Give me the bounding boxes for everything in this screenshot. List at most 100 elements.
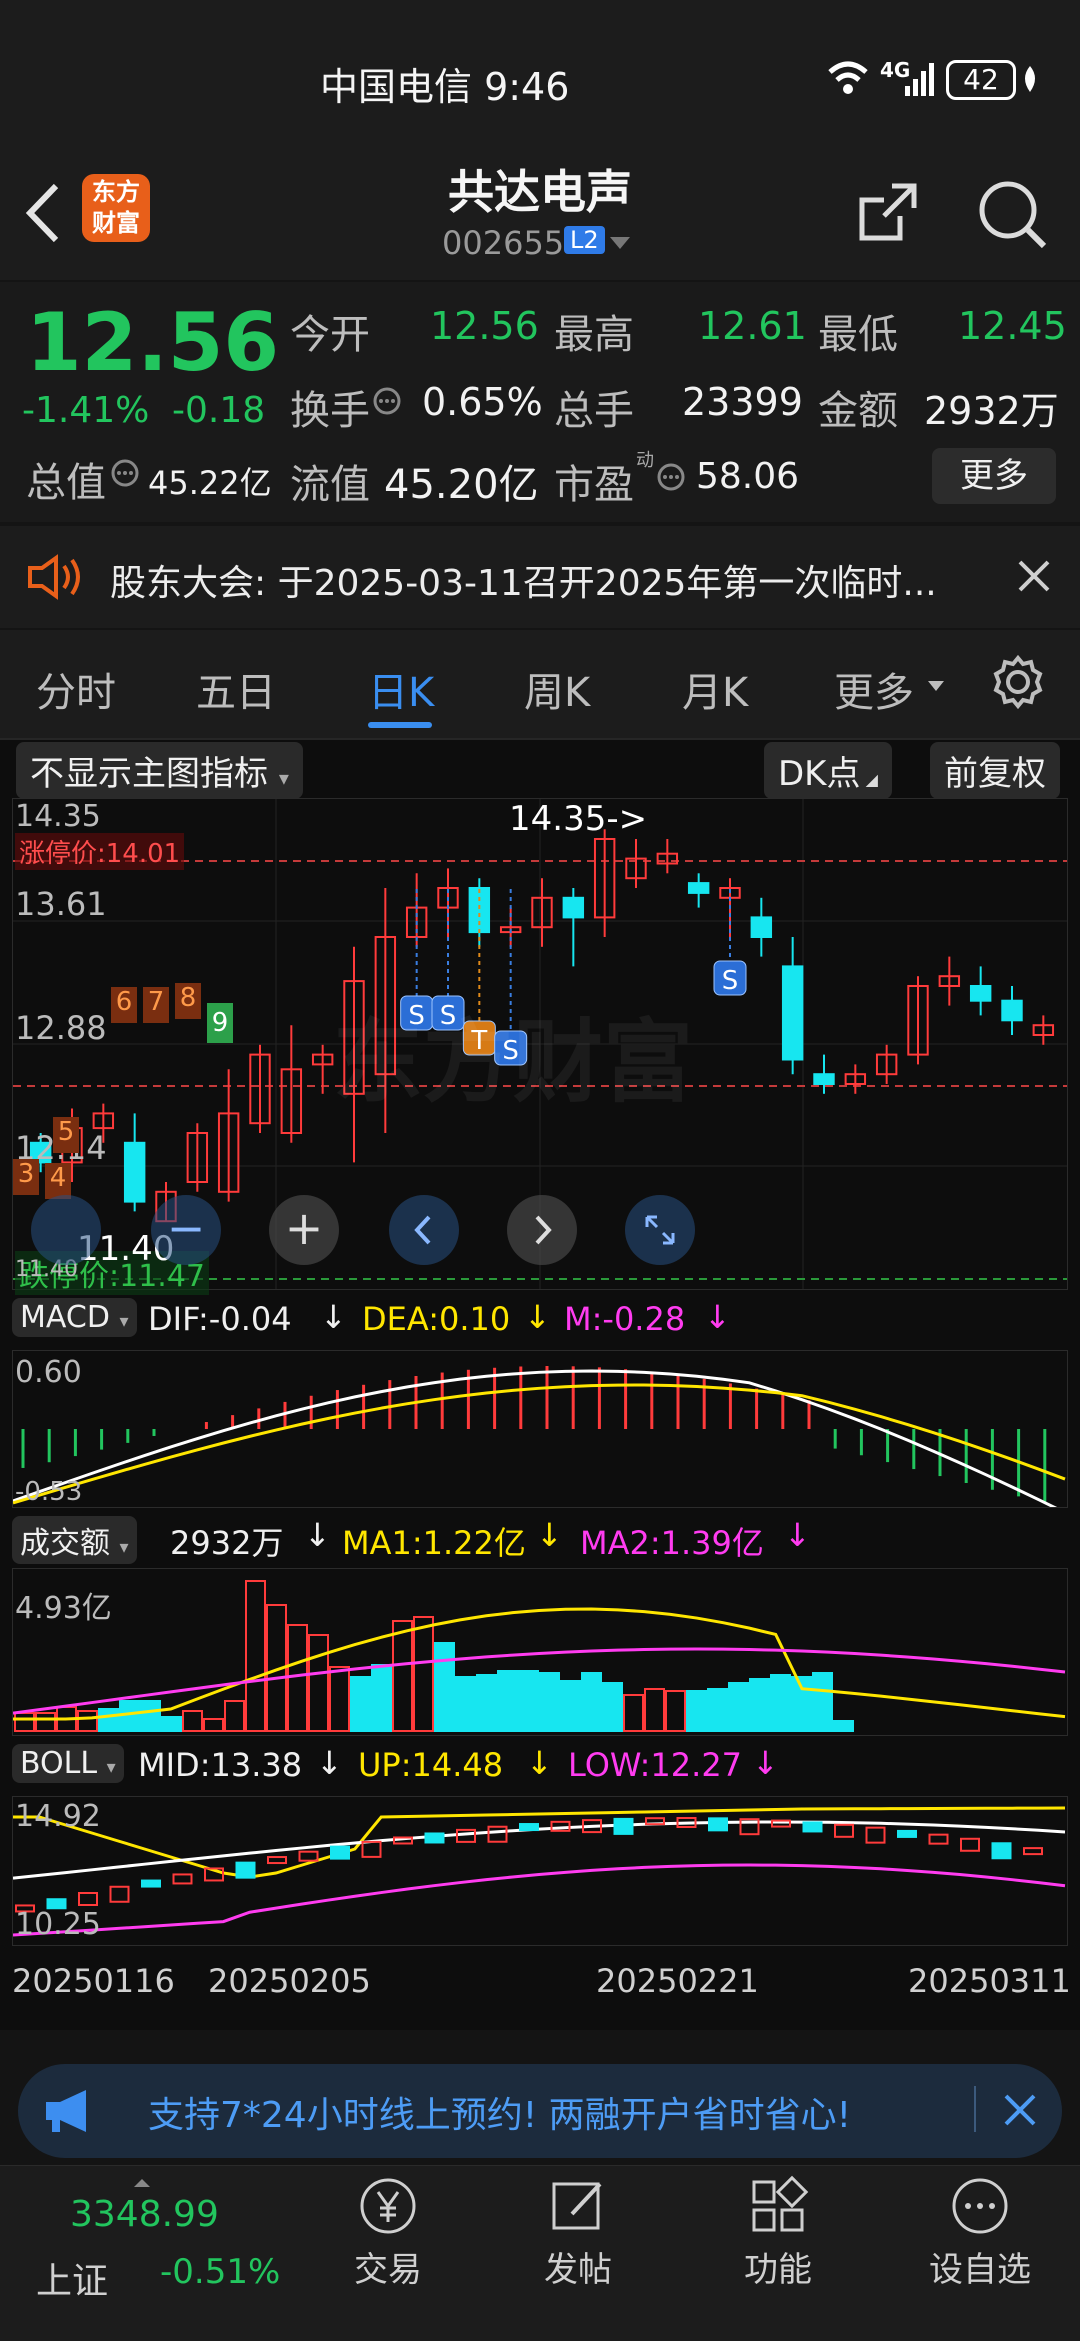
- volume-bar: [14, 1712, 35, 1732]
- quote-panel: 12.56 -1.41% -0.18 总值 45.22亿 今开 12.56 最高…: [0, 282, 1080, 522]
- volume-legend: 成交额 ▾ 2932万 ↓ MA1:1.22亿 ↓ MA2:1.39亿 ↓: [12, 1510, 1066, 1564]
- zoom-out-left-button[interactable]: [31, 1195, 101, 1265]
- wifi-icon: [826, 58, 870, 102]
- scroll-left-button[interactable]: [389, 1195, 459, 1265]
- status-bar: 中国电信 9:46 4G 42: [0, 0, 1080, 150]
- banner-divider: [974, 2086, 976, 2132]
- kline-chart[interactable]: SSTSS 东方财富 14.35 涨停价:14.01 13.61 12.88 1…: [12, 798, 1068, 1295]
- volume-bar: [833, 1720, 854, 1732]
- close-icon[interactable]: [1016, 558, 1052, 598]
- nav-functions[interactable]: 功能: [728, 2174, 828, 2291]
- caret-down-icon[interactable]: [610, 236, 630, 255]
- ma1-value: MA1:1.22亿: [342, 1524, 526, 1562]
- tab-monthly-k[interactable]: 月K: [682, 660, 748, 718]
- boll-candle: [361, 1840, 382, 1858]
- low-label: 最低: [818, 312, 898, 358]
- gear-icon[interactable]: [990, 654, 1046, 714]
- caret-down-icon: [928, 678, 944, 697]
- battery-icon: 42: [946, 60, 1016, 100]
- tab-daily-k[interactable]: 日K: [368, 660, 434, 718]
- nine-turn-badge: 8: [175, 983, 201, 1019]
- dk-button[interactable]: DK点 ◢: [764, 742, 892, 799]
- indicator-select-label: 不显示主图指标: [30, 754, 268, 794]
- volume-bar: [224, 1700, 245, 1732]
- volume-bar: [434, 1642, 455, 1732]
- volume-bar: [182, 1710, 203, 1732]
- tab-weekly-k[interactable]: 周K: [524, 660, 590, 718]
- volume-bar: [602, 1682, 623, 1732]
- nav-functions-label: 功能: [744, 2250, 812, 2290]
- float-label: 流值: [290, 462, 370, 508]
- zoom-in-button[interactable]: +: [269, 1195, 339, 1265]
- scroll-right-button[interactable]: [507, 1195, 577, 1265]
- adjust-button[interactable]: 前复权: [930, 742, 1060, 799]
- candle: [781, 965, 804, 1061]
- boll-candle: [172, 1873, 193, 1885]
- volume-bar: [413, 1616, 434, 1732]
- volume-bar: [308, 1634, 329, 1732]
- boll-candle: [613, 1817, 634, 1835]
- volume-bar: [77, 1710, 98, 1732]
- arrow-down-icon: ↓: [704, 1298, 731, 1336]
- nav-post[interactable]: 发帖: [528, 2174, 628, 2291]
- boll-candle: [109, 1885, 130, 1903]
- info-icon[interactable]: [110, 458, 140, 492]
- volume-select-label: 成交额: [20, 1526, 110, 1561]
- macd-select[interactable]: MACD ▾: [12, 1298, 137, 1337]
- index-pct[interactable]: -0.51%: [160, 2252, 280, 2292]
- tab-more[interactable]: 更多: [834, 660, 914, 718]
- close-icon[interactable]: [1002, 2092, 1038, 2132]
- volume-bar: [392, 1620, 413, 1732]
- macd-chart[interactable]: 0.60 -0.53: [12, 1350, 1068, 1508]
- share-icon[interactable]: [856, 180, 920, 248]
- watermark: 东方财富: [333, 1010, 693, 1115]
- indicator-select[interactable]: 不显示主图指标 ▾: [16, 742, 303, 799]
- dea-value: DEA:0.10: [362, 1300, 511, 1338]
- signal-label: S: [722, 966, 739, 996]
- candle: [969, 985, 992, 1002]
- index-name[interactable]: 上证: [36, 2252, 108, 2304]
- boll-chart[interactable]: 14.92 10.25: [12, 1796, 1068, 1946]
- low-value: 12.45: [958, 304, 1067, 348]
- volume-label: 总手: [554, 388, 634, 434]
- volume-bar: [455, 1676, 476, 1732]
- promo-banner[interactable]: 支持7*24小时线上预约! 两融开户省时省心!: [18, 2064, 1062, 2158]
- arrow-down-icon: ↓: [536, 1516, 563, 1554]
- search-icon[interactable]: [978, 180, 1048, 254]
- date-label-1: 20250116: [12, 1962, 175, 2000]
- info-icon[interactable]: [372, 386, 402, 420]
- volume-bar: [770, 1674, 791, 1732]
- date-label-3: 20250221: [596, 1962, 759, 2000]
- volume-bar: [707, 1688, 728, 1732]
- up-value: UP:14.48: [358, 1746, 504, 1784]
- info-icon[interactable]: [656, 462, 686, 496]
- nav-trade-label: 交易: [354, 2250, 422, 2290]
- index-value[interactable]: 3348.99: [70, 2194, 219, 2235]
- volume-bar: [203, 1718, 224, 1732]
- notice-bar[interactable]: 股东大会: 于2025-03-11召开2025年第一次临时...: [0, 526, 1080, 628]
- stock-code: 002655: [442, 224, 565, 262]
- tab-intraday[interactable]: 分时: [36, 660, 116, 718]
- boll-legend: BOLL ▾ MID:13.38 ↓ UP:14.48 ↓ LOW:12.27 …: [12, 1738, 1066, 1792]
- date-label-4: 20250311: [908, 1962, 1071, 2000]
- nine-turn-badge: 5: [53, 1117, 79, 1153]
- boll-candle: [267, 1856, 287, 1865]
- more-dots-icon: [952, 2178, 1008, 2234]
- float-value: 45.20亿: [384, 462, 539, 508]
- volume-bar: [329, 1666, 350, 1732]
- zoom-out-button[interactable]: −: [151, 1195, 221, 1265]
- volume-bar: [644, 1688, 665, 1732]
- level2-badge[interactable]: L2: [564, 226, 605, 254]
- more-button[interactable]: 更多: [932, 448, 1056, 504]
- turnover-value: 0.65%: [422, 380, 543, 424]
- nav-trade[interactable]: 交易: [338, 2174, 438, 2291]
- nav-watchlist[interactable]: 设自选: [920, 2174, 1040, 2291]
- nav-watchlist-label: 设自选: [929, 2250, 1031, 2290]
- boll-select[interactable]: BOLL ▾: [12, 1744, 124, 1783]
- volume-select[interactable]: 成交额 ▾: [12, 1516, 137, 1564]
- candle: [813, 1073, 835, 1086]
- tab-five-day[interactable]: 五日: [196, 660, 276, 718]
- volume-chart[interactable]: 4.93亿: [12, 1568, 1068, 1736]
- pe-label: 市盈: [554, 462, 634, 508]
- fullscreen-button[interactable]: [625, 1195, 695, 1265]
